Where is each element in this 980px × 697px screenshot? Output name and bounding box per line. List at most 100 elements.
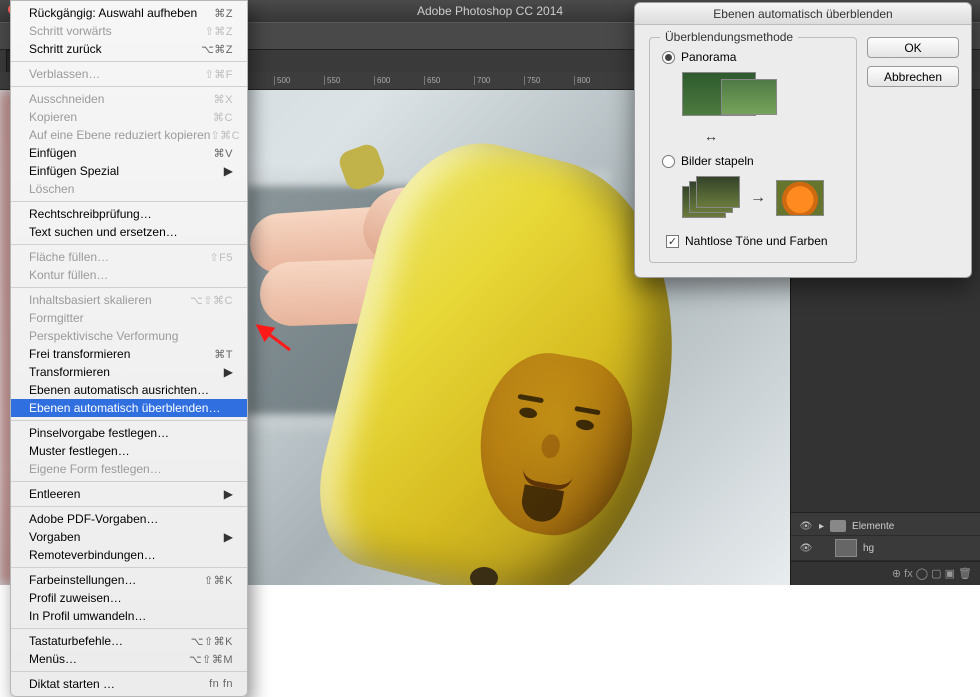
- menu-item[interactable]: Einfügen ⌘V: [11, 144, 247, 162]
- chevron-right-icon[interactable]: ▸: [819, 521, 824, 532]
- menu-separator: [11, 61, 247, 62]
- menu-item[interactable]: Frei transformieren⌘T: [11, 345, 247, 363]
- menu-item[interactable]: Diktat starten …fn fn: [11, 675, 247, 693]
- shortcut: ⇧⌘Z: [205, 25, 233, 38]
- menu-item[interactable]: In Profil umwandeln…: [11, 607, 247, 625]
- menu-item[interactable]: Menüs…⌥⇧⌘M: [11, 650, 247, 668]
- menu-item-label: Tastaturbefehle…: [29, 634, 123, 648]
- menu-item[interactable]: Rechtschreibprüfung…: [11, 205, 247, 223]
- menu-item-label: Remoteverbindungen…: [29, 548, 156, 562]
- menu-item: Kopieren⌘C: [11, 108, 247, 126]
- option-panorama[interactable]: Panorama: [662, 50, 844, 64]
- menu-item-label: Fläche füllen…: [29, 250, 109, 264]
- panel-footer-icons[interactable]: ⊕ fx ◯ ▢ ▣ 🗑: [892, 567, 972, 580]
- menu-item-label: Kontur füllen…: [29, 268, 108, 282]
- layer-thumb: [835, 539, 857, 557]
- shortcut: ⌥⇧⌘K: [191, 635, 233, 648]
- visibility-icon[interactable]: 👁: [799, 521, 813, 532]
- menu-item[interactable]: Transformieren ▶: [11, 363, 247, 381]
- layer-row[interactable]: 👁 ▸ Elemente: [791, 517, 980, 536]
- checkbox-icon[interactable]: ✓: [666, 235, 679, 248]
- menu-item-label: Transformieren: [29, 365, 110, 379]
- menu-item-label: Perspektivische Verformung: [29, 329, 178, 343]
- menu-item-label: Adobe PDF-Vorgaben…: [29, 512, 158, 526]
- menu-item: Verblassen…⇧⌘F: [11, 65, 247, 83]
- menu-item[interactable]: Vorgaben▶: [11, 528, 247, 546]
- menu-item[interactable]: Text suchen und ersetzen…: [11, 223, 247, 241]
- radio-icon[interactable]: [662, 155, 675, 168]
- auto-blend-dialog: Ebenen automatisch überblenden Überblend…: [634, 2, 972, 278]
- menu-item[interactable]: Tastaturbefehle… ⌥⇧⌘K: [11, 632, 247, 650]
- checkbox-label: Nahtlose Töne und Farben: [685, 234, 828, 248]
- menu-item[interactable]: Farbeinstellungen…⇧⌘K: [11, 571, 247, 589]
- ok-button[interactable]: OK: [867, 37, 959, 58]
- dialog-title: Ebenen automatisch überblenden: [635, 3, 971, 25]
- menu-item-label: Löschen: [29, 182, 74, 196]
- shortcut: fn fn: [209, 678, 233, 690]
- menu-item-label: Schritt zurück: [29, 42, 102, 56]
- menu-item-label: In Profil umwandeln…: [29, 609, 146, 623]
- menu-item[interactable]: Adobe PDF-Vorgaben…: [11, 510, 247, 528]
- menu-item-label: Inhaltsbasiert skalieren: [29, 293, 152, 307]
- menu-item[interactable]: Pinselvorgabe festlegen…: [11, 424, 247, 442]
- menu-item-label: Formgitter: [29, 311, 84, 325]
- menu-item-label: Entleeren: [29, 487, 80, 501]
- menu-item[interactable]: Profil zuweisen…: [11, 589, 247, 607]
- annotation-arrow-menu: [252, 320, 292, 354]
- option-stack[interactable]: Bilder stapeln: [662, 154, 844, 168]
- layer-name[interactable]: Elemente: [852, 521, 894, 532]
- menu-item-label: Einfügen Spezial: [29, 164, 119, 178]
- shortcut: ⌘X: [214, 93, 233, 106]
- menu-item-label: Einfügen: [29, 146, 76, 160]
- menu-item-label: Auf eine Ebene reduziert kopieren: [29, 128, 210, 142]
- menu-item[interactable]: Remoteverbindungen…: [11, 546, 247, 564]
- menu-separator: [11, 567, 247, 568]
- panorama-preview: [682, 72, 844, 116]
- shortcut: ⌘Z: [214, 7, 233, 20]
- menu-separator: [11, 420, 247, 421]
- menu-separator: [11, 287, 247, 288]
- seamless-checkbox[interactable]: ✓ Nahtlose Töne und Farben: [666, 234, 844, 248]
- menu-item[interactable]: Entleeren▶: [11, 485, 247, 503]
- submenu-arrow-icon: ▶: [224, 164, 233, 178]
- menu-item-label: Rückgängig: Auswahl aufheben: [29, 6, 197, 20]
- menu-item[interactable]: Einfügen Spezial ▶: [11, 162, 247, 180]
- edit-menu-dropdown[interactable]: Rückgängig: Auswahl aufheben⌘ZSchritt vo…: [10, 0, 248, 697]
- shortcut: ⌥⌘Z: [201, 43, 233, 56]
- blend-method-group: Überblendungsmethode Panorama ↔ Bilder s…: [649, 37, 857, 263]
- menu-item: Eigene Form festlegen…: [11, 460, 247, 478]
- shortcut: ⌥⇧⌘C: [190, 294, 233, 307]
- menu-item[interactable]: Ebenen automatisch ausrichten…: [11, 381, 247, 399]
- shortcut: ⌘V: [214, 147, 233, 160]
- menu-separator: [11, 244, 247, 245]
- cancel-button[interactable]: Abbrechen: [867, 66, 959, 87]
- radio-icon[interactable]: [662, 51, 675, 64]
- menu-item: Auf eine Ebene reduziert kopieren⇧⌘C: [11, 126, 247, 144]
- menu-item: Inhaltsbasiert skalieren ⌥⇧⌘C: [11, 291, 247, 309]
- double-arrow-icon: ↔: [704, 128, 844, 144]
- layers-panel-footer[interactable]: ⊕ fx ◯ ▢ ▣ 🗑: [791, 561, 980, 585]
- menu-item: Ausschneiden⌘X: [11, 90, 247, 108]
- menu-item[interactable]: Schritt zurück ⌥⌘Z: [11, 40, 247, 58]
- menu-item-label: Muster festlegen…: [29, 444, 130, 458]
- layer-row[interactable]: 👁 hg: [791, 536, 980, 561]
- menu-item: Formgitter: [11, 309, 247, 327]
- submenu-arrow-icon: ▶: [224, 365, 233, 379]
- app-title: Adobe Photoshop CC 2014: [417, 4, 563, 18]
- menu-item: Fläche füllen… ⇧F5: [11, 248, 247, 266]
- shortcut: ⇧F5: [209, 251, 233, 264]
- arrow-right-icon: →: [750, 189, 766, 207]
- menu-item-label: Profil zuweisen…: [29, 591, 122, 605]
- layers-panel[interactable]: 👁 ▸ Elemente 👁 hg: [791, 512, 980, 561]
- menu-item[interactable]: Ebenen automatisch überblenden…: [11, 399, 247, 417]
- menu-item[interactable]: Rückgängig: Auswahl aufheben ⌘Z: [11, 4, 247, 22]
- menu-separator: [11, 201, 247, 202]
- visibility-icon[interactable]: 👁: [799, 543, 813, 554]
- option-label: Bilder stapeln: [681, 154, 754, 168]
- shortcut: ⇧⌘F: [205, 68, 233, 81]
- menu-item-label: Vorgaben: [29, 530, 80, 544]
- menu-item[interactable]: Muster festlegen…: [11, 442, 247, 460]
- menu-item-label: Kopieren: [29, 110, 77, 124]
- layer-name[interactable]: hg: [863, 543, 874, 554]
- menu-item: Löschen: [11, 180, 247, 198]
